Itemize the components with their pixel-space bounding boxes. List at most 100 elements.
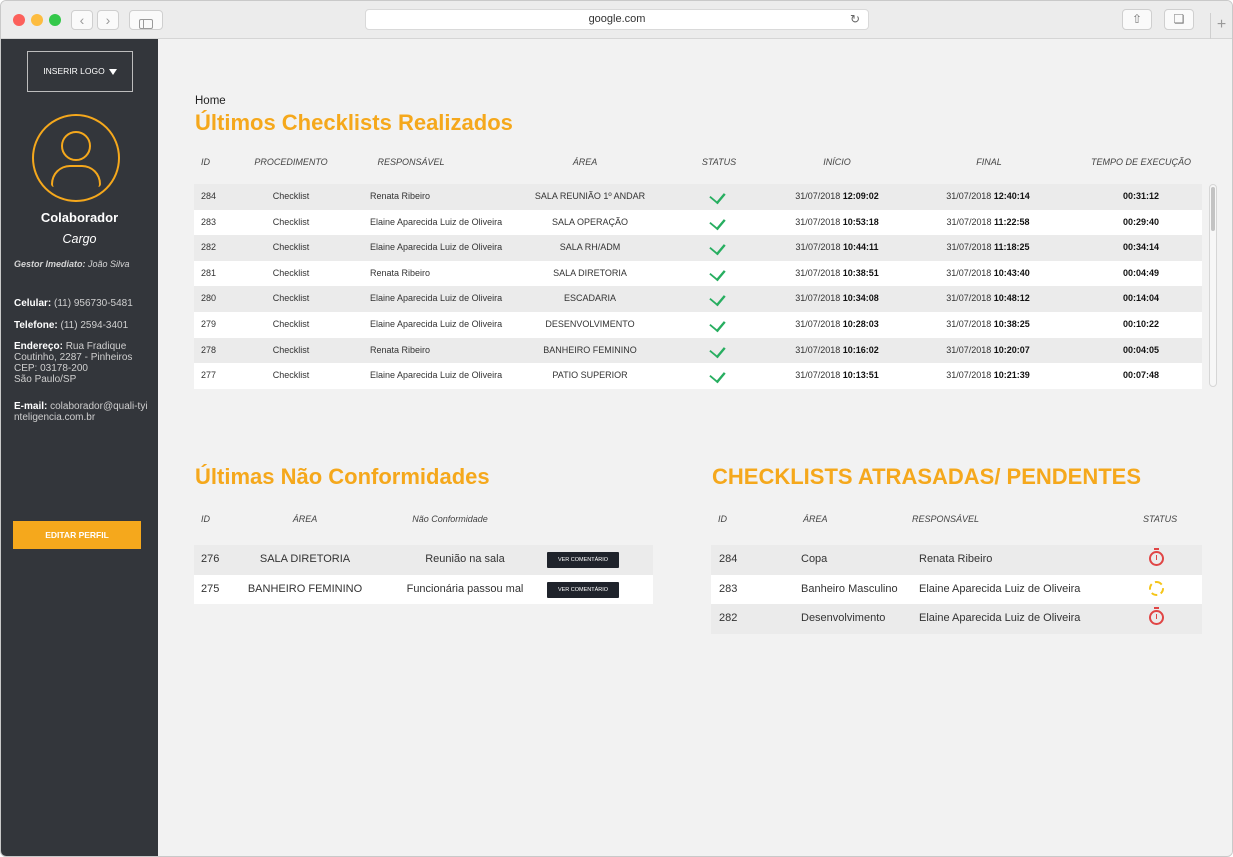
share-button[interactable]: ⇧ xyxy=(1122,9,1152,30)
end-date: 31/07/2018 xyxy=(946,319,994,329)
checklist-duration-cell: 00:07:48 xyxy=(1122,370,1160,381)
checklist-resp-cell: Elaine Aparecida Luiz de Oliveira xyxy=(370,293,503,304)
start-date: 31/07/2018 xyxy=(795,191,843,201)
table-row[interactable]: 277 Checklist Elaine Aparecida Luiz de Oli… xyxy=(194,363,1202,389)
end-time: 12:40:14 xyxy=(993,191,1030,201)
forward-button[interactable]: › xyxy=(97,10,119,30)
checklist-area-cell: SALA RH/ADM xyxy=(559,242,621,253)
table-row[interactable]: 284 Checklist Renata Ribeiro SALA REUNIÃO 1… xyxy=(194,184,1202,210)
overdue-checklists-title: CHECKLISTS ATRASADAS/ PENDENTES xyxy=(712,464,1142,489)
overdue-id-cell: 284 xyxy=(719,553,738,565)
checklist-resp-cell: Renata Ribeiro xyxy=(370,344,431,355)
checklist-area-cell: ESCADARIA xyxy=(563,293,616,304)
check-icon xyxy=(709,238,726,256)
table-row[interactable]: 283 Checklist Elaine Aparecida Luiz de Oli… xyxy=(194,210,1202,236)
insert-logo-button[interactable]: INSERIR LOGO xyxy=(27,51,133,92)
checklists-header-cell: ID xyxy=(201,157,210,167)
table-row[interactable]: 275 BANHEIRO FEMININO Funcionária passou m… xyxy=(194,575,653,605)
start-time: 10:34:08 xyxy=(842,293,879,304)
table-row[interactable]: 276 SALA DIRETORIA Reunião na sala VER COME… xyxy=(194,545,653,575)
checklist-proc-cell: Checklist xyxy=(272,319,310,329)
checklist-start-cell: 31/07/2018 10:16:02 xyxy=(777,338,897,364)
checklist-proc-cell: Checklist xyxy=(272,344,310,355)
start-time: 10:53:18 xyxy=(842,216,879,227)
nonconformity-description-cell: Funcionária passou mal xyxy=(406,582,524,595)
start-date: 31/07/2018 xyxy=(795,293,843,304)
new-tab-button[interactable]: + xyxy=(1210,13,1232,39)
tabs-button[interactable]: ❏ xyxy=(1164,9,1194,30)
checklist-end-cell: 31/07/2018 10:20:07 xyxy=(928,338,1048,364)
checklist-id-cell: 283 xyxy=(201,216,217,227)
checklist-proc-cell: Checklist xyxy=(272,242,310,253)
checklist-end-cell: 31/07/2018 11:22:58 xyxy=(928,210,1048,236)
chevron-left-icon: ‹ xyxy=(79,12,85,28)
address-label: Endereço: xyxy=(14,341,63,352)
checklist-proc-cell: Checklist xyxy=(272,267,310,278)
profile-manager: Gestor Imediato: João Silva xyxy=(14,259,158,269)
checklist-resp-cell: Elaine Aparecida Luiz de Oliveira xyxy=(370,370,503,381)
mobile-label: Celular: xyxy=(14,298,52,309)
checklists-header-cell: PROCEDIMENTO xyxy=(254,157,328,167)
start-time: 10:28:03 xyxy=(842,319,879,329)
overdue-id-cell: 283 xyxy=(719,582,738,595)
sidebar-toggle-button[interactable] xyxy=(129,10,163,30)
table-row[interactable]: 278 Checklist Renata Ribeiro BANHEIRO FEMIN… xyxy=(194,337,1202,364)
checklist-area-cell: PATIO SUPERIOR xyxy=(552,370,628,381)
start-date: 31/07/2018 xyxy=(795,242,843,253)
reload-icon[interactable]: ↻ xyxy=(850,10,860,29)
url-text: google.com xyxy=(588,13,646,25)
table-row[interactable]: 279 Checklist Elaine Aparecida Luiz de Oli… xyxy=(194,312,1202,338)
checklist-end-cell: 31/07/2018 10:43:40 xyxy=(928,261,1048,287)
address-bar[interactable]: google.com ↻ xyxy=(365,9,869,30)
checklist-resp-cell: Renata Ribeiro xyxy=(370,191,431,201)
mobile-value: (11) 956730-5481 xyxy=(54,298,133,309)
view-comment-button[interactable]: VER COMENTÁRIO xyxy=(547,552,619,568)
nonconformity-description-cell: Reunião na sala xyxy=(425,553,505,565)
minimize-window-button[interactable] xyxy=(31,14,43,26)
nonconformity-id-cell: 276 xyxy=(201,553,220,565)
scrollbar-thumb[interactable] xyxy=(1211,187,1215,231)
checklists-scrollbar[interactable] xyxy=(1209,184,1217,387)
profile-address: Endereço: Rua Fradique Coutinho, 2287 - … xyxy=(14,341,152,385)
check-icon xyxy=(709,290,726,307)
overdue-responsible-cell: Renata Ribeiro xyxy=(919,553,993,565)
nonconformity-area-cell: BANHEIRO FEMININO xyxy=(247,582,363,595)
table-row[interactable]: 284 Copa Renata Ribeiro xyxy=(711,545,1202,575)
table-row[interactable]: 281 Checklist Renata Ribeiro SALA DIRETORIA… xyxy=(194,261,1202,287)
table-row[interactable]: 280 Checklist Elaine Aparecida Luiz de Oli… xyxy=(194,286,1202,312)
end-time: 10:48:12 xyxy=(993,293,1030,304)
profile-email: E-mail: colaborador@quali-tyinteligencia… xyxy=(14,401,152,423)
view-comment-button[interactable]: VER COMENTÁRIO xyxy=(547,581,619,598)
maximize-window-button[interactable] xyxy=(49,14,61,26)
checklist-end-cell: 31/07/2018 10:38:25 xyxy=(928,312,1048,338)
checklist-area-cell: SALA OPERAÇÃO xyxy=(551,216,629,227)
checklist-end-cell: 31/07/2018 12:40:14 xyxy=(928,184,1048,210)
insert-logo-label: INSERIR LOGO xyxy=(43,66,105,76)
address-city: São Paulo/SP xyxy=(14,374,77,385)
close-window-button[interactable] xyxy=(13,14,25,26)
nonconformities-header-cell: Não Conformidade xyxy=(412,514,488,524)
end-date: 31/07/2018 xyxy=(946,191,994,201)
start-date: 31/07/2018 xyxy=(795,216,843,227)
table-row[interactable]: 283 Banheiro Masculino Elaine Aparecida Lu… xyxy=(711,575,1202,605)
checklist-duration-cell: 00:34:14 xyxy=(1122,242,1160,253)
end-date: 31/07/2018 xyxy=(946,216,994,227)
edit-profile-button[interactable]: EDITAR PERFIL xyxy=(13,521,141,549)
nonconformity-area-cell: SALA DIRETORIA xyxy=(259,553,351,565)
checklists-header-cell: FINAL xyxy=(976,157,1002,167)
checklist-id-cell: 280 xyxy=(201,293,217,304)
breadcrumb[interactable]: Home xyxy=(195,95,226,107)
checklist-id-cell: 279 xyxy=(201,319,217,329)
checklist-proc-cell: Checklist xyxy=(272,370,310,381)
table-row[interactable]: 282 Checklist Elaine Aparecida Luiz de Oli… xyxy=(194,235,1202,261)
checklist-start-cell: 31/07/2018 10:38:51 xyxy=(777,261,897,287)
checklist-start-cell: 31/07/2018 10:28:03 xyxy=(777,312,897,338)
table-row[interactable]: 282 Desenvolvimento Elaine Aparecida Luiz … xyxy=(711,604,1202,634)
back-button[interactable]: ‹ xyxy=(71,10,93,30)
overdue-header-cell: ÁREA xyxy=(803,514,828,524)
checklist-proc-cell: Checklist xyxy=(272,293,310,304)
checklists-title: Últimos Checklists Realizados xyxy=(195,110,513,135)
check-icon xyxy=(709,264,726,282)
start-date: 31/07/2018 xyxy=(795,267,843,278)
check-icon xyxy=(709,213,726,230)
